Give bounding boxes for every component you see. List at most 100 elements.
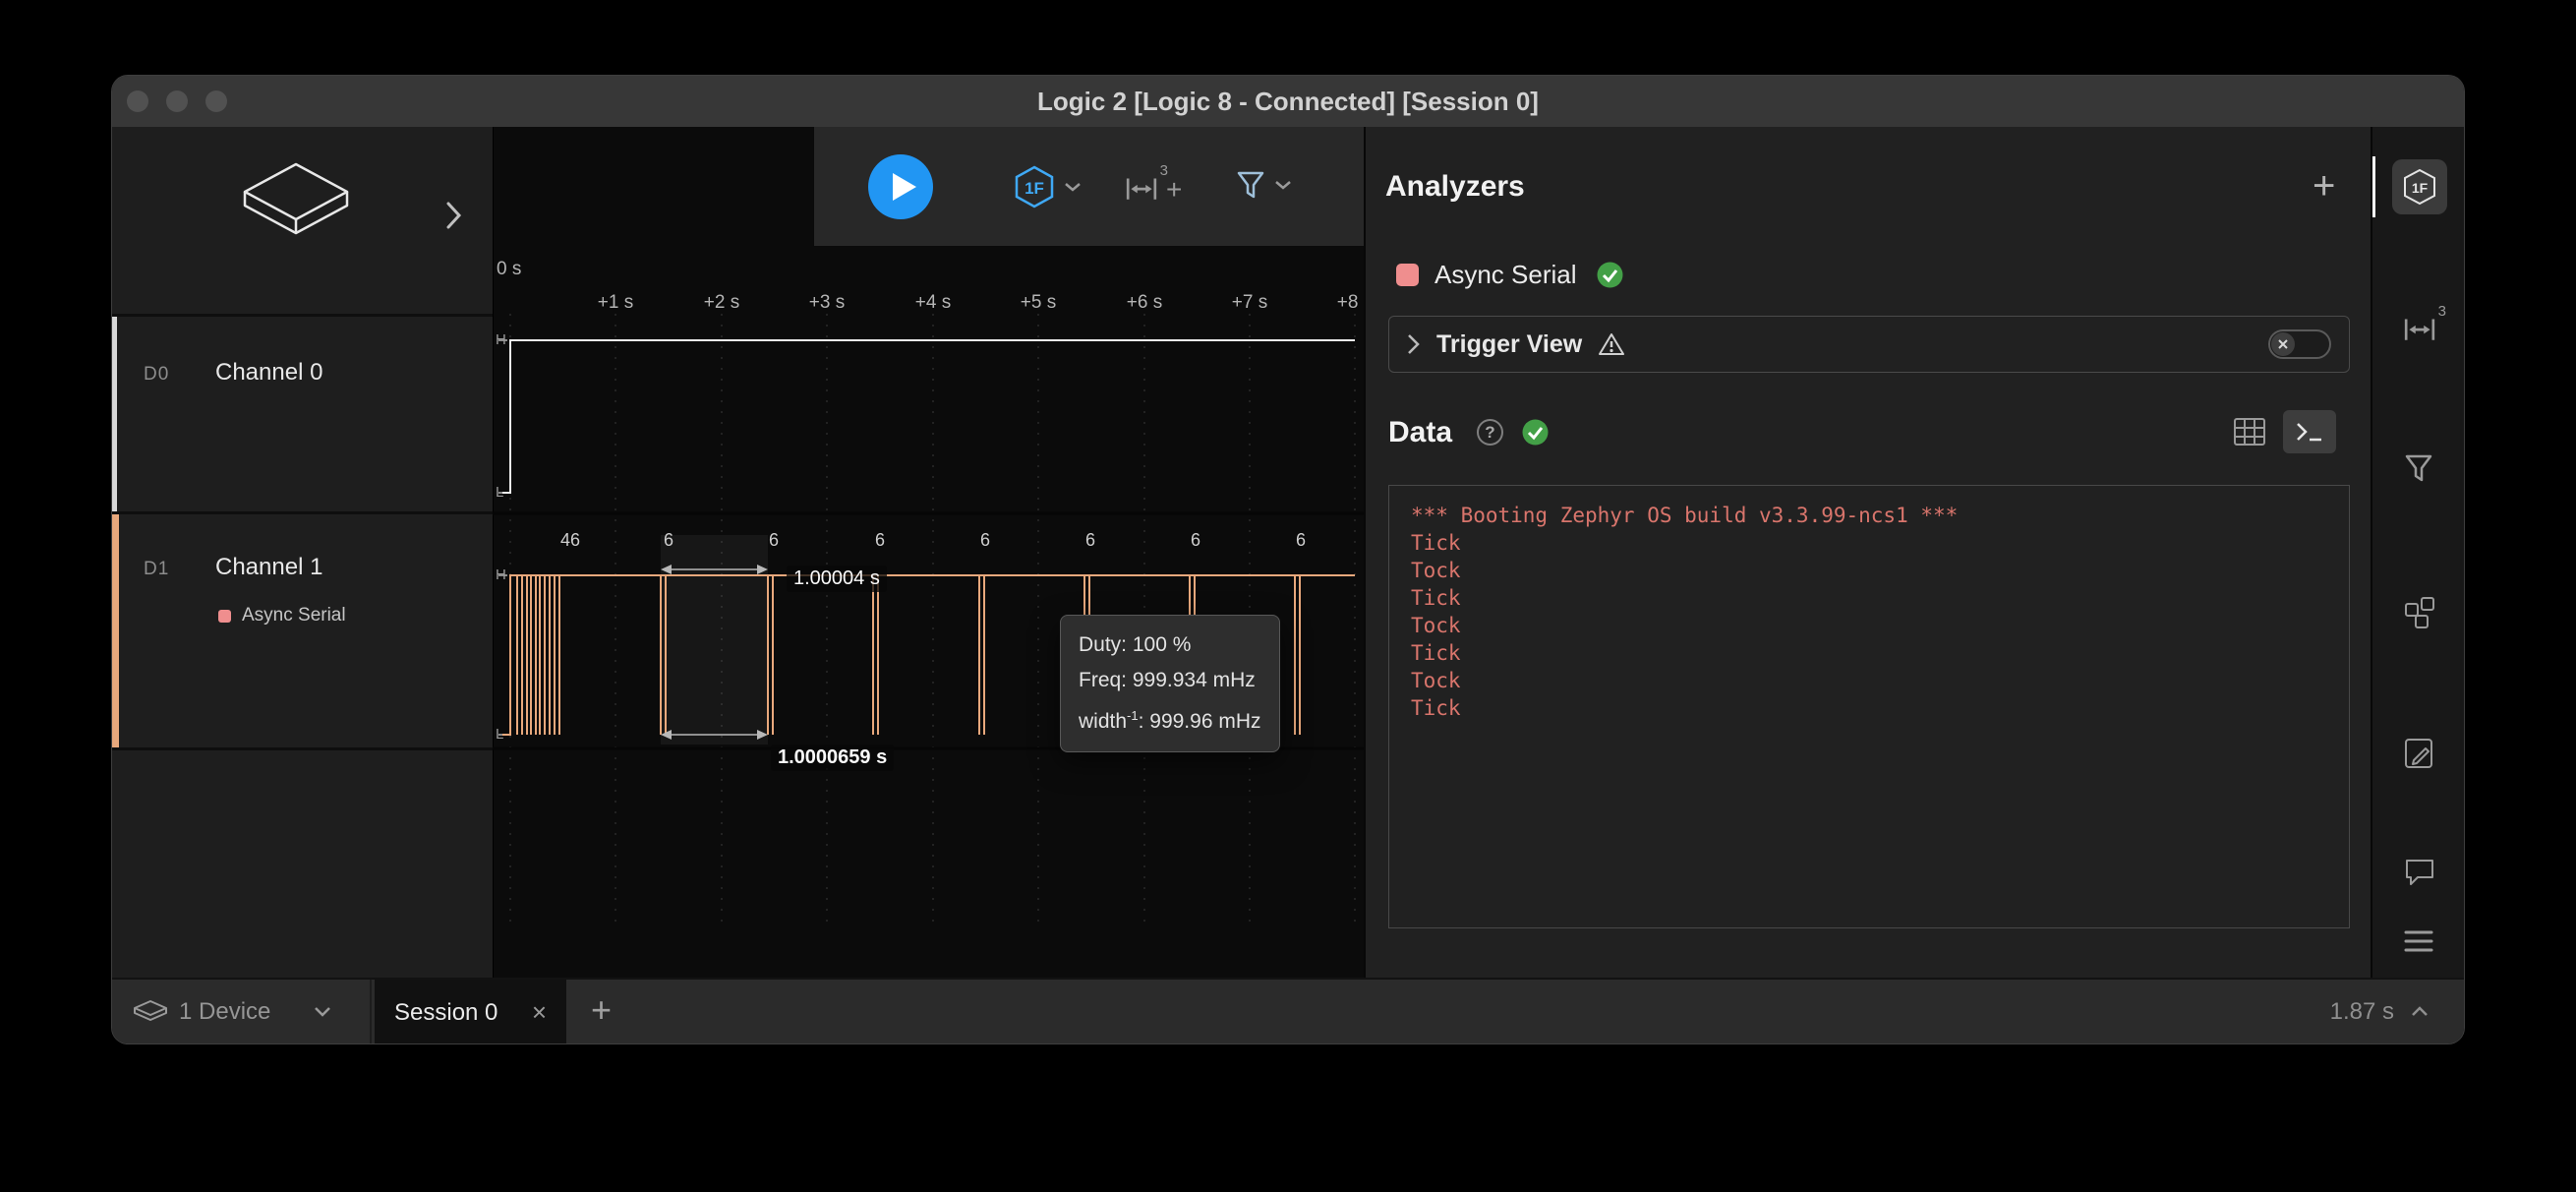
trigger-funnel-icon <box>1235 168 1266 202</box>
channel1-high-label: H <box>496 566 506 583</box>
channel0-low-label: L <box>496 484 503 501</box>
channel1-analyzer-tag: Async Serial <box>242 605 346 626</box>
rail-trigger-tab[interactable] <box>2403 451 2434 490</box>
add-analyzer-button[interactable]: + <box>2313 166 2335 206</box>
measurement-top-label: 1.00004 s <box>787 566 887 592</box>
channel0-id: D0 <box>144 364 169 386</box>
channel0-high-label: H <box>496 331 506 348</box>
edge-count: 6 <box>1066 530 1115 551</box>
edge-count: 6 <box>855 530 905 551</box>
tooltip-width: width-1: 999.96 mHz <box>1079 698 1261 740</box>
measure-icon <box>1125 170 1158 204</box>
table-view-icon[interactable] <box>2234 418 2265 446</box>
chevron-right-icon[interactable] <box>446 202 462 229</box>
device-slab-icon <box>132 999 169 1027</box>
timeline-tick: +7 s <box>1215 292 1284 314</box>
measure-icon <box>2403 311 2436 344</box>
chevron-down-icon <box>1274 180 1292 190</box>
channel-row-d1[interactable]: D1 Channel 1 Async Serial <box>112 514 493 747</box>
edge-count: 6 <box>749 530 798 551</box>
rail-annotations-tab[interactable] <box>2403 737 2436 775</box>
data-section-title: Data <box>1388 416 1452 449</box>
device-hexagon-icon: 1F <box>2402 168 2437 206</box>
app-window: Logic 2 [Logic 8 - Connected] [Session 0… <box>112 76 2464 1043</box>
data-success-check-icon <box>1522 419 1549 446</box>
trigger-view-toggle[interactable] <box>2268 329 2331 359</box>
svg-text:1F: 1F <box>2412 180 2429 196</box>
device-count-label[interactable]: 1 Device <box>179 998 270 1026</box>
terminal-line: Tick <box>1411 694 2327 722</box>
chevron-up-icon[interactable] <box>2411 1005 2429 1017</box>
bottom-bar-divider <box>370 980 372 1043</box>
device-hexagon-icon: 1F <box>1013 164 1056 209</box>
help-icon[interactable]: ? <box>1477 419 1503 446</box>
window-title: Logic 2 [Logic 8 - Connected] [Session 0… <box>112 76 2464 128</box>
terminal-line: Tock <box>1411 667 2327 694</box>
rail-menu-button[interactable] <box>2403 928 2434 959</box>
measurements-button[interactable]: 3 + <box>1125 170 1182 209</box>
rail-measurements-tab[interactable]: 3 <box>2403 311 2436 349</box>
chevron-down-icon <box>1064 182 1082 192</box>
svg-text:1F: 1F <box>1025 179 1044 198</box>
timeline-tick-0: 0 s <box>497 259 521 280</box>
tooltip-duty: Duty: 100 % <box>1079 627 1261 663</box>
active-tab-indicator <box>2372 156 2375 217</box>
rail-extensions-tab[interactable] <box>2403 596 2436 634</box>
session-tab[interactable]: Session 0 × <box>375 980 566 1043</box>
close-session-tab-button[interactable]: × <box>532 997 547 1028</box>
analyzer-success-check-icon <box>1597 262 1623 288</box>
new-session-button[interactable]: + <box>591 989 612 1031</box>
bottom-bar: 1 Device Session 0 × + 1.87 s <box>112 978 2464 1043</box>
titlebar[interactable]: Logic 2 [Logic 8 - Connected] [Session 0… <box>112 76 2464 127</box>
channel1-name: Channel 1 <box>215 554 322 581</box>
session-tab-label: Session 0 <box>394 999 498 1027</box>
timeline-tick: +2 s <box>687 292 756 314</box>
measurements-count-badge: 3 <box>1160 162 1168 179</box>
channel0-name: Channel 0 <box>215 359 322 387</box>
analyzer-color-dot <box>218 610 231 623</box>
chat-bubble-icon <box>2403 857 2436 886</box>
window-zoom-button[interactable] <box>205 90 227 112</box>
rail-feedback-tab[interactable] <box>2403 857 2436 891</box>
sidebar-empty-area <box>112 750 493 978</box>
waveform-canvas[interactable] <box>493 127 1364 978</box>
timeline-tick: +4 s <box>899 292 967 314</box>
add-measurement-button[interactable]: + <box>1166 174 1182 206</box>
trigger-view-row[interactable]: Trigger View <box>1388 316 2350 373</box>
toggle-knob[interactable] <box>2271 332 2295 356</box>
play-button[interactable] <box>868 154 933 219</box>
terminal-line: *** Booting Zephyr OS build v3.3.99-ncs1… <box>1411 502 2327 529</box>
terminal-line: Tick <box>1411 639 2327 667</box>
hamburger-menu-icon <box>2403 928 2434 954</box>
analyzer-name[interactable]: Async Serial <box>1434 260 1577 290</box>
window-minimize-button[interactable] <box>166 90 188 112</box>
trigger-button[interactable] <box>1235 168 1292 202</box>
tooltip-freq: Freq: 999.934 mHz <box>1079 663 1261 698</box>
edge-count: 6 <box>1276 530 1325 551</box>
rail-devices-tab[interactable]: 1F <box>2392 159 2447 214</box>
analyzer-color-dot <box>1396 264 1419 286</box>
terminal-icon <box>2295 420 2324 444</box>
timeline-tick: +1 s <box>581 292 650 314</box>
trigger-funnel-icon <box>2403 451 2434 485</box>
device-panel-header[interactable] <box>112 127 493 314</box>
data-terminal-output[interactable]: *** Booting Zephyr OS build v3.3.99-ncs1… <box>1388 485 2350 928</box>
timeline-tick: +3 s <box>792 292 861 314</box>
close-icon <box>2277 338 2289 350</box>
window-close-button[interactable] <box>127 90 148 112</box>
signal-tooltip: Duty: 100 % Freq: 999.934 mHz width-1: 9… <box>1060 615 1280 752</box>
analyzers-title: Analyzers <box>1385 170 1525 204</box>
channel0-accent-bar <box>112 317 117 511</box>
measurement-bottom-label: 1.0000659 s <box>771 745 894 771</box>
edge-count: 46 <box>546 530 595 551</box>
terminal-line: Tick <box>1411 584 2327 612</box>
edge-count: 6 <box>644 530 693 551</box>
right-sidebar-rail: 1F 3 <box>2371 127 2464 978</box>
terminal-line: Tick <box>1411 529 2327 557</box>
channel1-accent-bar <box>112 514 119 747</box>
device-count-button[interactable] <box>132 999 169 1032</box>
chevron-down-icon[interactable] <box>314 1006 331 1017</box>
terminal-view-button[interactable] <box>2283 410 2336 453</box>
channel-row-d0[interactable]: D0 Channel 0 <box>112 317 493 511</box>
device-selector[interactable]: 1F <box>1013 164 1082 209</box>
